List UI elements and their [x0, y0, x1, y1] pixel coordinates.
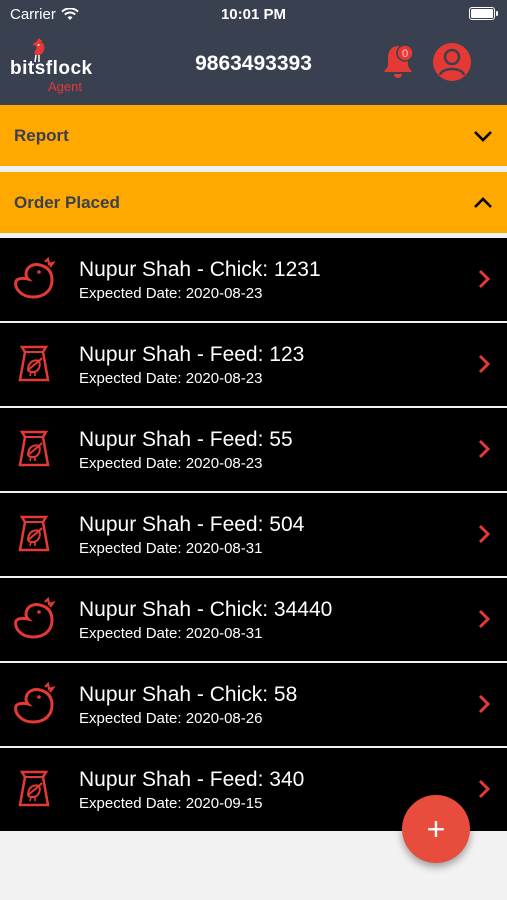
- order-expected-date: Expected Date: 2020-08-31: [79, 540, 263, 557]
- profile-icon: [433, 43, 471, 81]
- order-list: Nupur Shah - Chick: 1231 Expected Date: 2…: [0, 238, 507, 833]
- chick-icon: [12, 681, 56, 726]
- order-title: Nupur Shah - Feed: 55: [79, 428, 293, 451]
- chevron-right-icon: [477, 353, 491, 375]
- order-expected-date: Expected Date: 2020-08-23: [79, 285, 263, 302]
- order-title: Nupur Shah - Feed: 504: [79, 513, 305, 536]
- order-title: Nupur Shah - Feed: 123: [79, 343, 305, 366]
- brand-subtitle: Agent: [48, 79, 82, 94]
- battery-icon: [469, 7, 498, 20]
- add-order-button[interactable]: +: [402, 795, 470, 863]
- chevron-right-icon: [477, 523, 491, 545]
- order-title: Nupur Shah - Chick: 58: [79, 683, 298, 706]
- chick-icon: [12, 596, 56, 641]
- profile-button[interactable]: [432, 42, 472, 82]
- feed-bag-icon: [12, 512, 56, 556]
- order-expected-date: Expected Date: 2020-08-23: [79, 455, 263, 472]
- chevron-right-icon: [477, 693, 491, 715]
- order-title: Nupur Shah - Chick: 1231: [79, 258, 321, 281]
- feed-bag-icon: [12, 342, 56, 386]
- chevron-right-icon: [477, 268, 491, 290]
- section-order-placed-label: Order Placed: [14, 192, 120, 212]
- chick-icon: [12, 256, 56, 301]
- clock: 10:01 PM: [220, 6, 287, 23]
- status-bar: Carrier 10:01 PM: [0, 0, 507, 30]
- chevron-up-icon: [474, 196, 492, 208]
- order-row[interactable]: Nupur Shah - Feed: 504 Expected Date: 202…: [0, 493, 507, 576]
- order-expected-date: Expected Date: 2020-08-23: [79, 370, 263, 387]
- feed-bag-icon: [12, 427, 56, 471]
- chevron-down-icon: [474, 130, 492, 142]
- order-row[interactable]: Nupur Shah - Feed: 55 Expected Date: 2020…: [0, 408, 507, 491]
- order-row[interactable]: Nupur Shah - Chick: 58 Expected Date: 202…: [0, 663, 507, 746]
- order-row[interactable]: Nupur Shah - Chick: 34440 Expected Date: …: [0, 578, 507, 661]
- section-report-label: Report: [14, 125, 69, 145]
- section-report[interactable]: Report: [0, 105, 507, 166]
- chevron-right-icon: [477, 608, 491, 630]
- notifications-button[interactable]: 0: [381, 42, 417, 82]
- section-order-placed[interactable]: Order Placed: [0, 172, 507, 233]
- order-row[interactable]: Nupur Shah - Chick: 1231 Expected Date: 2…: [0, 238, 507, 321]
- order-expected-date: Expected Date: 2020-09-15: [79, 795, 263, 812]
- chevron-right-icon: [477, 778, 491, 800]
- order-expected-date: Expected Date: 2020-08-31: [79, 625, 263, 642]
- chevron-right-icon: [477, 438, 491, 460]
- app-header: bitsflock Agent 9863493393 0: [0, 30, 507, 105]
- order-row[interactable]: Nupur Shah - Feed: 123 Expected Date: 202…: [0, 323, 507, 406]
- bell-icon: 0: [384, 44, 414, 78]
- notification-badge: 0: [402, 48, 408, 60]
- add-icon: +: [426, 811, 446, 847]
- agent-phone-number: 9863493393: [195, 52, 312, 75]
- order-title: Nupur Shah - Feed: 340: [79, 768, 305, 791]
- order-expected-date: Expected Date: 2020-08-26: [79, 710, 263, 727]
- order-title: Nupur Shah - Chick: 34440: [79, 598, 333, 621]
- feed-bag-icon: [12, 767, 56, 811]
